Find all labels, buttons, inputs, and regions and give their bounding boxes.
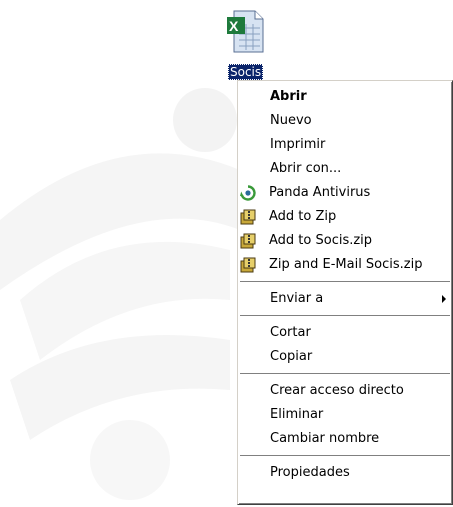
winzip-icon <box>240 209 256 225</box>
menu-item-label: Eliminar <box>270 407 324 422</box>
menu-item-label: Zip and E-Mail Socis.zip <box>269 257 423 272</box>
menu-item-crear-acceso-directo[interactable]: Crear acceso directo <box>238 379 452 403</box>
menu-item-abrir[interactable]: Abrir <box>238 85 452 109</box>
menu-separator <box>240 315 450 317</box>
menu-item-label: Copiar <box>270 349 313 364</box>
menu-item-label: Panda Antivirus <box>269 185 371 200</box>
menu-item-eliminar[interactable]: Eliminar <box>238 403 452 427</box>
menu-item-label: Add to Zip <box>269 209 337 224</box>
menu-item-label: Imprimir <box>270 137 326 152</box>
menu-item-label: Nuevo <box>270 113 312 128</box>
menu-item-cambiar-nombre[interactable]: Cambiar nombre <box>238 427 452 451</box>
context-menu: Abrir Nuevo Imprimir Abrir con... Panda … <box>237 80 453 505</box>
panda-antivirus-icon <box>240 185 256 201</box>
menu-item-add-to-socis-zip[interactable]: Add to Socis.zip <box>238 229 452 253</box>
menu-separator <box>240 281 450 283</box>
menu-item-label: Abrir <box>270 89 307 104</box>
menu-item-label: Enviar a <box>270 291 324 306</box>
menu-item-label: Add to Socis.zip <box>269 233 373 248</box>
menu-item-label: Propiedades <box>270 465 350 480</box>
menu-item-propiedades[interactable]: Propiedades <box>238 461 452 485</box>
winzip-icon <box>240 257 256 273</box>
menu-separator <box>240 455 450 457</box>
menu-item-cortar[interactable]: Cortar <box>238 321 452 345</box>
menu-item-zip-and-email[interactable]: Zip and E-Mail Socis.zip <box>238 253 452 277</box>
menu-item-label: Abrir con... <box>270 161 342 176</box>
excel-file-icon[interactable]: X <box>225 8 267 60</box>
menu-item-panda-antivirus[interactable]: Panda Antivirus <box>238 181 452 205</box>
svg-text:X: X <box>229 18 239 34</box>
menu-item-add-to-zip[interactable]: Add to Zip <box>238 205 452 229</box>
menu-item-imprimir[interactable]: Imprimir <box>238 133 452 157</box>
menu-item-enviar-a[interactable]: Enviar a <box>238 287 452 311</box>
file-name-label[interactable]: Socis <box>228 64 264 80</box>
menu-item-nuevo[interactable]: Nuevo <box>238 109 452 133</box>
menu-item-abrir-con[interactable]: Abrir con... <box>238 157 452 181</box>
menu-separator <box>240 373 450 375</box>
menu-item-label: Cortar <box>270 325 311 340</box>
menu-item-label: Crear acceso directo <box>270 383 404 398</box>
menu-item-copiar[interactable]: Copiar <box>238 345 452 369</box>
winzip-icon <box>240 233 256 249</box>
submenu-arrow-icon <box>442 295 446 303</box>
menu-item-label: Cambiar nombre <box>270 431 380 446</box>
